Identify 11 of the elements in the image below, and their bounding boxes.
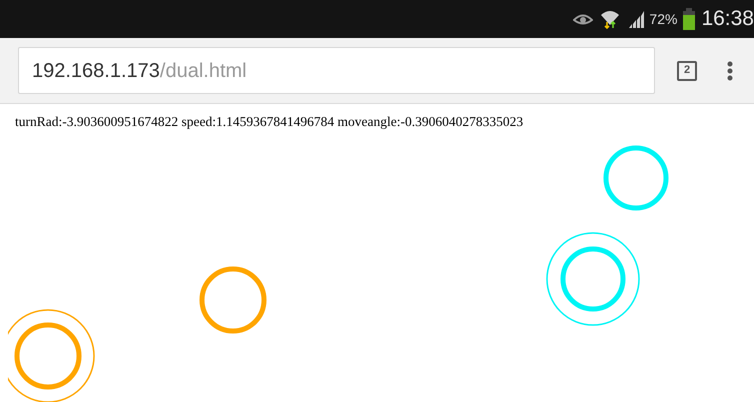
joystick-ring <box>604 146 668 210</box>
menu-icon[interactable] <box>727 60 733 80</box>
wifi-icon <box>599 8 622 30</box>
readout-text: turnRad:-3.903600951674822 speed:1.1459367841496784 moveangle:-0.3906040278335023 <box>14 113 524 131</box>
clock: 16:38 <box>701 6 754 32</box>
joystick-ring <box>200 266 266 334</box>
battery-icon <box>683 8 696 30</box>
tab-count-button[interactable]: 2 <box>677 60 697 80</box>
address-field[interactable]: 192.168.1.173/dual.html <box>18 47 655 94</box>
battery-percent: 72% <box>649 10 678 28</box>
eye-icon <box>573 12 594 26</box>
